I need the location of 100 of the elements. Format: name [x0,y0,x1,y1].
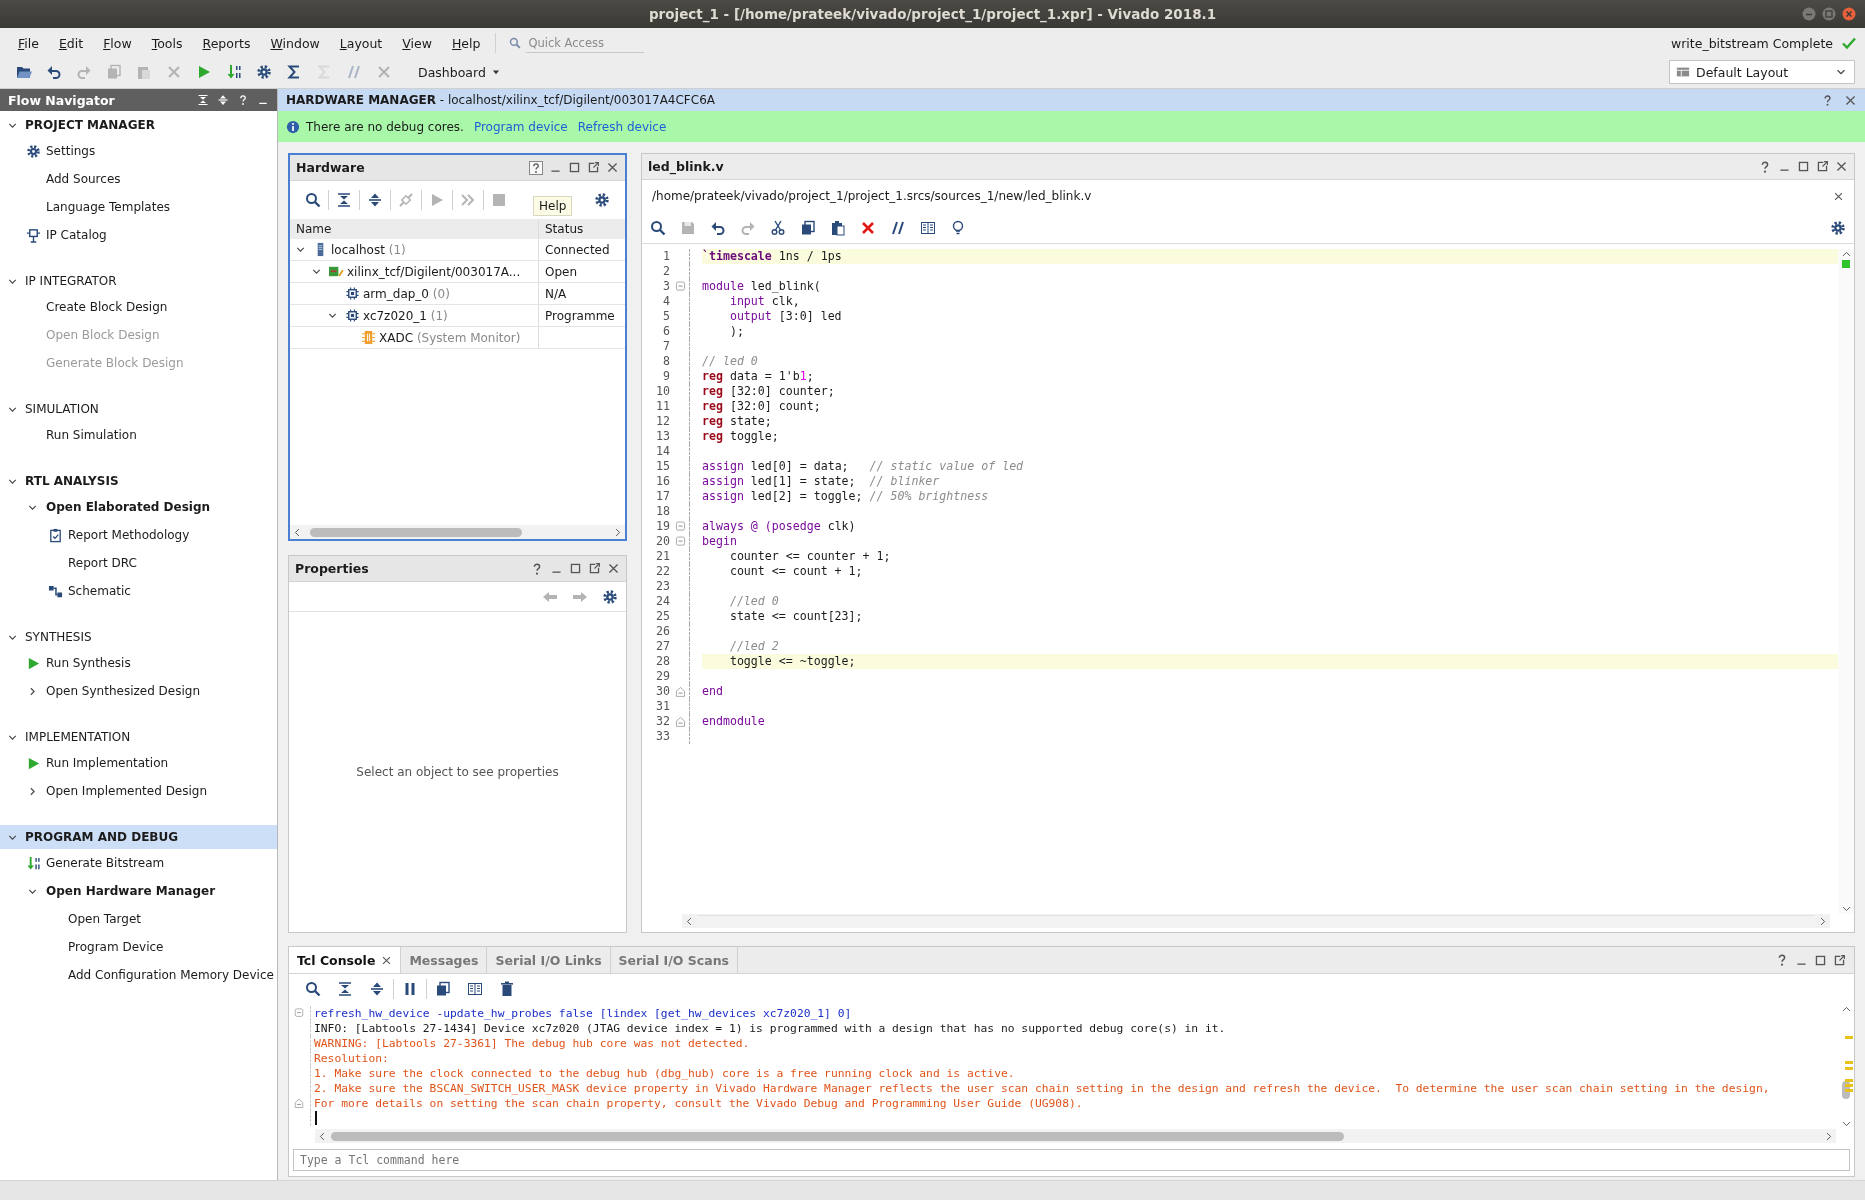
help-icon[interactable] [237,94,249,106]
open-folder-icon[interactable] [16,64,32,80]
settings-icon[interactable] [256,64,272,80]
navigator-item[interactable]: Report Methodology [0,521,277,549]
editor-tab[interactable]: led_blink.v [648,159,724,174]
tab[interactable]: Tcl Console [289,947,402,973]
tree-item-label[interactable]: localhost (1) [331,242,406,257]
tab[interactable]: Serial I/O Scans [610,947,738,973]
tree-item-label[interactable]: arm_dap_0 (0) [363,286,450,301]
section-header[interactable]: RTL ANALYSIS [0,469,277,493]
menu-item[interactable]: View [392,31,442,55]
float-icon[interactable] [1833,953,1846,967]
navigator-item[interactable]: Report DRC [0,549,277,577]
maximize-icon[interactable] [569,562,582,575]
close-icon[interactable] [607,562,620,575]
maximize-icon[interactable] [1814,953,1827,967]
command-input[interactable]: Type a Tcl command here [293,1149,1850,1171]
collapse-all-icon[interactable] [336,192,352,208]
bulb-icon[interactable] [950,219,966,236]
section-header[interactable]: IP INTEGRATOR [0,269,277,293]
navigator-item[interactable]: Schematic [0,577,277,605]
navigator-item[interactable]: Language Templates [0,193,277,221]
link[interactable]: Program device [473,119,568,134]
float-icon[interactable] [588,562,601,575]
copy-icon[interactable] [435,981,451,997]
section-header[interactable]: IMPLEMENTATION [0,725,277,749]
section-header[interactable]: SYNTHESIS [0,625,277,649]
menu-item[interactable]: Window [260,31,330,55]
code-line: reg [32:0] counter; [702,384,836,399]
layout-dropdown[interactable]: Default Layout [1669,60,1855,84]
tree-item-label[interactable]: xc7z020_1 (1) [363,308,448,323]
navigator-item[interactable]: Add Configuration Memory Device [0,961,277,989]
navigator-item[interactable]: Generate Bitstream [0,849,277,877]
navigator-item[interactable]: Program Device [0,933,277,961]
slashes-icon[interactable] [890,219,906,236]
close-icon[interactable] [1835,160,1848,173]
expand-all-icon[interactable] [217,94,229,106]
menu-item[interactable]: Edit [48,31,94,55]
collapse-all-icon[interactable] [337,981,353,997]
copy-icon[interactable] [800,219,816,236]
navigator-item[interactable]: Open Implemented Design [0,777,277,805]
tab[interactable]: Messages [401,947,488,973]
search-icon[interactable] [650,219,666,236]
search-icon[interactable] [305,192,321,208]
navigator-item[interactable]: Open Hardware Manager [0,877,277,905]
undo-icon[interactable] [46,64,62,80]
tree-item-label[interactable]: xilinx_tcf/Digilent/003017A... [347,264,521,279]
column-header[interactable]: Name [296,222,332,236]
maximize-icon[interactable] [1797,160,1810,173]
menu-item[interactable]: Help [441,31,491,55]
close-icon[interactable] [1844,93,1857,107]
navigator-item[interactable]: Run Synthesis [0,649,277,677]
section-header[interactable]: SIMULATION [0,397,277,421]
close-icon[interactable] [381,954,393,966]
columns-icon[interactable] [467,981,483,997]
float-icon[interactable] [1816,160,1829,173]
trash-icon[interactable] [499,981,515,997]
column-header[interactable]: Status [545,222,584,236]
expand-all-icon[interactable] [367,192,383,208]
tab[interactable]: Serial I/O Links [487,947,611,973]
settings-icon[interactable] [602,588,618,605]
quick-access-field[interactable]: Quick Access [526,33,645,53]
close-window-icon[interactable] [1841,6,1857,22]
menu-item[interactable]: File [8,31,49,55]
settings-icon[interactable] [1830,219,1846,236]
tree-item-label[interactable]: XADC (System Monitor) [379,330,521,345]
minimize-window-icon[interactable] [1801,6,1817,22]
section-header[interactable]: PROGRAM AND DEBUG [0,825,277,849]
menu-item[interactable]: Layout [329,31,393,55]
float-icon[interactable] [587,161,600,174]
columns-icon[interactable] [920,219,936,236]
paste-icon[interactable] [830,219,846,236]
close-icon[interactable] [606,161,619,174]
delete-icon[interactable] [860,219,876,236]
navigator-item[interactable]: Run Implementation [0,749,277,777]
sum-icon[interactable] [286,64,302,80]
cut-icon[interactable] [770,219,786,236]
navigator-item[interactable]: Add Sources [0,165,277,193]
run-icon[interactable] [196,64,212,80]
menu-item[interactable]: Flow [93,31,142,55]
navigator-item[interactable]: Run Simulation [0,421,277,449]
navigator-item[interactable]: Settings [0,137,277,165]
navigator-item[interactable]: Create Block Design [0,293,277,321]
section-header[interactable]: PROJECT MANAGER [0,113,277,137]
search-icon[interactable] [305,981,321,997]
menu-item[interactable]: Tools [141,31,193,55]
navigator-item[interactable]: IP Catalog [0,221,277,249]
navigator-item[interactable]: Open Target [0,905,277,933]
expand-all-icon[interactable] [369,981,385,997]
navigator-item[interactable]: Open Synthesized Design [0,677,277,705]
menu-item[interactable]: Reports [192,31,261,55]
navigator-item[interactable]: Open Elaborated Design [0,493,277,521]
link[interactable]: Refresh device [577,119,667,134]
settings-icon[interactable] [594,192,610,208]
help-icon[interactable] [529,160,543,175]
maximize-window-icon[interactable] [1821,6,1837,22]
close-icon[interactable] [1833,190,1844,202]
dashboard-dropdown[interactable]: Dashboard [418,64,502,80]
download-arrow-icon[interactable] [226,64,242,80]
maximize-icon[interactable] [568,161,581,174]
